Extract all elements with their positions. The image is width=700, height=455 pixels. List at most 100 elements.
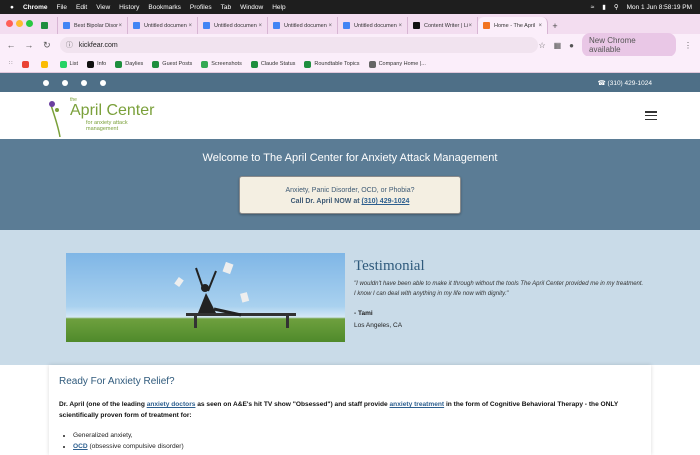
- close-icon[interactable]: ×: [538, 23, 542, 29]
- testimonial-quote: "I wouldn't have been able to make it th…: [354, 281, 644, 297]
- bookmark-list[interactable]: List: [59, 60, 78, 68]
- forward-icon[interactable]: →: [22, 40, 36, 50]
- menu-window[interactable]: Window: [240, 4, 263, 11]
- apps-icon[interactable]: ∷: [9, 61, 13, 67]
- battery-icon[interactable]: ▮: [602, 3, 606, 11]
- anxiety-relief-section: Ready For Anxiety Relief? Dr. April (one…: [49, 365, 651, 455]
- condition-list: Generalized anxiety, OCD (obsessive comp…: [73, 430, 184, 452]
- bookmark-company-home[interactable]: Company Home |...: [368, 60, 426, 68]
- menu-history[interactable]: History: [119, 4, 139, 11]
- bookmark-info[interactable]: Info: [87, 60, 107, 68]
- reload-icon[interactable]: ↻: [40, 40, 54, 51]
- instagram-icon[interactable]: [100, 79, 106, 86]
- new-tab-button[interactable]: +: [548, 17, 562, 34]
- tab-untitled-3[interactable]: Untitled documen ×: [268, 17, 338, 34]
- docs-icon: [203, 22, 210, 29]
- clock[interactable]: Mon 1 Jun 8:58:19 PM: [627, 4, 692, 11]
- anxiety-treatment-link[interactable]: anxiety treatment: [390, 401, 445, 408]
- testimonial-heading: Testimonial: [354, 258, 425, 274]
- bookmark-claude-status[interactable]: Claude Status: [250, 60, 296, 68]
- zoom-window-button[interactable]: [26, 20, 33, 27]
- bookmark-daylies[interactable]: Daylies: [115, 60, 144, 68]
- flower-logo-icon: [49, 101, 61, 137]
- tab-strip: Best Bipolar Disor × Untitled documen × Un…: [0, 14, 700, 34]
- more-menu-icon[interactable]: ⋮: [684, 41, 692, 50]
- minimize-window-button[interactable]: [16, 20, 23, 27]
- close-icon[interactable]: ×: [468, 23, 472, 29]
- linkedin-icon[interactable]: [81, 79, 87, 86]
- apple-icon[interactable]: ●: [10, 4, 14, 11]
- bookmark-label: Guest Posts: [162, 61, 193, 67]
- menu-app-name[interactable]: Chrome: [23, 4, 48, 11]
- menu-view[interactable]: View: [96, 4, 110, 11]
- profile-icon[interactable]: ●: [569, 41, 574, 50]
- header-phone-link[interactable]: ☎ (310) 429-1024: [598, 79, 652, 87]
- tab-title: Best Bipolar Disor: [74, 22, 119, 29]
- relief-paragraph: Dr. April (one of the leading anxiety do…: [59, 399, 644, 421]
- close-icon[interactable]: ×: [328, 23, 332, 29]
- sheets-icon: [304, 60, 312, 68]
- menu-profiles[interactable]: Profiles: [190, 4, 212, 11]
- menu-tab[interactable]: Tab: [221, 4, 231, 11]
- tab-content-writer[interactable]: Content Writer | Li ×: [408, 17, 478, 34]
- drive-icon[interactable]: [40, 60, 51, 68]
- call-to-action-box[interactable]: Anxiety, Panic Disorder, OCD, or Phobia?…: [239, 176, 461, 214]
- logo-tagline-2: management: [86, 126, 119, 132]
- bookmark-label: Daylies: [125, 61, 144, 67]
- bookmark-label: Info: [97, 61, 107, 67]
- facebook-icon[interactable]: [43, 79, 49, 86]
- content-writer-icon: [413, 22, 420, 29]
- tab-untitled-4[interactable]: Untitled documen ×: [338, 17, 408, 34]
- bookmark-guest-posts[interactable]: Guest Posts: [152, 60, 193, 68]
- star-icon[interactable]: ☆: [538, 41, 545, 50]
- hero-title: Welcome to The April Center for Anxiety …: [202, 152, 498, 164]
- tab-title: Untitled documen: [144, 22, 187, 29]
- close-icon[interactable]: ×: [118, 23, 122, 29]
- relief-heading: Ready For Anxiety Relief?: [59, 376, 175, 387]
- relief-text-a: Dr. April (one of the leading: [59, 401, 147, 408]
- tab-title: Content Writer | Li: [424, 22, 469, 29]
- bookmark-roundtable[interactable]: Roundtable Topics: [304, 60, 360, 68]
- bookmark-label: Screenshots: [211, 61, 242, 67]
- back-icon[interactable]: ←: [4, 40, 18, 50]
- close-window-button[interactable]: [6, 20, 13, 27]
- site-info-icon[interactable]: ⓘ: [66, 40, 73, 50]
- menu-file[interactable]: File: [57, 4, 67, 11]
- logo-tagline: for anxiety attack management: [86, 120, 128, 132]
- site-top-bar: ☎ (310) 429-1024: [0, 73, 700, 92]
- sheets-icon: [152, 60, 160, 68]
- tab-title: Untitled documen: [354, 22, 397, 29]
- site-header: the April Center for anxiety attack manag…: [0, 92, 700, 139]
- menu-edit[interactable]: Edit: [76, 4, 87, 11]
- close-icon[interactable]: ×: [258, 23, 262, 29]
- mac-menu-bar: ● Chrome File Edit View History Bookmark…: [0, 0, 700, 14]
- extensions-icon[interactable]: ▦: [554, 41, 562, 50]
- close-icon[interactable]: ×: [188, 23, 192, 29]
- bookmark-screenshots[interactable]: Screenshots: [201, 60, 242, 68]
- tab-untitled-2[interactable]: Untitled documen ×: [198, 17, 268, 34]
- site-favicon-icon: [483, 22, 490, 29]
- gmail-icon[interactable]: [21, 60, 32, 68]
- address-bar[interactable]: ⓘ kickfear.com: [59, 37, 539, 53]
- cta-phone-link[interactable]: (310) 429-1024: [362, 198, 410, 205]
- menu-bookmarks[interactable]: Bookmarks: [148, 4, 181, 11]
- search-icon[interactable]: ⚲: [614, 3, 619, 11]
- tab-bipolar[interactable]: Best Bipolar Disor ×: [58, 17, 128, 34]
- hamburger-menu-icon[interactable]: [645, 111, 657, 120]
- tab-pinned[interactable]: [36, 17, 58, 34]
- april-center-logo[interactable]: the April Center for anxiety attack manag…: [48, 97, 158, 137]
- youtube-icon[interactable]: [62, 79, 68, 86]
- menu-help[interactable]: Help: [272, 4, 285, 11]
- cta-line-1: Anxiety, Panic Disorder, OCD, or Phobia?: [285, 187, 415, 194]
- anxiety-doctors-link[interactable]: anxiety doctors: [147, 401, 196, 408]
- new-chrome-available-button[interactable]: New Chrome available: [582, 33, 676, 57]
- wifi-icon[interactable]: ≈: [591, 4, 595, 11]
- sheets-icon: [250, 60, 258, 68]
- tab-home-april[interactable]: Home - The April ×: [478, 17, 548, 34]
- ocd-link[interactable]: OCD: [73, 443, 88, 450]
- tab-untitled-1[interactable]: Untitled documen ×: [128, 17, 198, 34]
- docs-icon: [273, 22, 280, 29]
- close-icon[interactable]: ×: [398, 23, 402, 29]
- bookmark-label: Company Home |...: [378, 61, 426, 67]
- bookmark-label: Claude Status: [260, 61, 296, 67]
